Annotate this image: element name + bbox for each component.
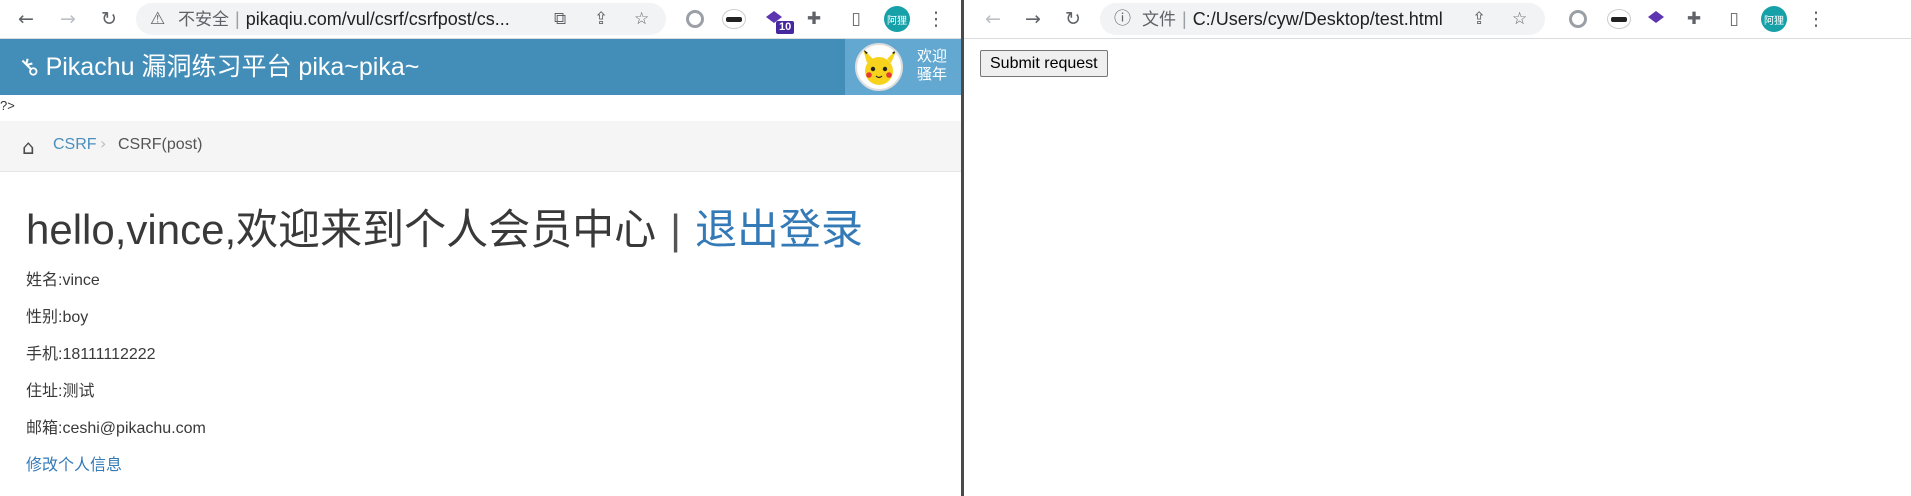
profile-avatar[interactable]: 阿狸	[1761, 6, 1787, 32]
forward-icon[interactable]: →	[54, 6, 82, 32]
page-title: hello,vince,欢迎来到个人会员中心 | 退出登录	[26, 204, 863, 256]
stray-php-text: ?>	[0, 98, 15, 113]
menu-icon[interactable]: ⋮	[922, 6, 950, 32]
extension-gray-icon[interactable]	[686, 10, 704, 28]
extension-badge: 10	[776, 21, 795, 34]
puzzle-icon[interactable]: ✚	[800, 6, 828, 32]
scheme-label: 文件	[1142, 10, 1176, 29]
left-browser-toolbar: ← → ↻ ⚠ 不安全 | pikaqiu.com/vul/csrf/csrfpos…	[0, 0, 961, 39]
site-title: Pikachu 漏洞练习平台 pika~pika~	[45, 53, 420, 81]
right-browser-window: ← → ↻ ⓘ 文件 | C:/Users/cyw/Desktop/test.htm…	[964, 0, 1911, 496]
info-icon[interactable]: ⓘ	[1114, 3, 1131, 35]
breadcrumb-link-csrf[interactable]: CSRF	[53, 136, 97, 154]
reload-icon[interactable]: ↻	[95, 6, 123, 32]
url-text: pikaqiu.com/vul/csrf/csrfpost/cs...	[245, 9, 510, 29]
breadcrumb-current: CSRF(post)	[118, 136, 203, 153]
puzzle-icon[interactable]: ✚	[1680, 6, 1708, 32]
profile-avatar[interactable]: 阿狸	[884, 6, 910, 32]
security-label: 不安全	[178, 10, 229, 29]
greeting-text: hello,vince,欢迎来到个人会员中心	[26, 206, 657, 253]
extension-mask-icon[interactable]	[1607, 9, 1631, 29]
menu-icon[interactable]: ⋮	[1802, 6, 1830, 32]
address-text[interactable]: 不安全 | pikaqiu.com/vul/csrf/csrfpost/cs...	[178, 3, 588, 35]
user-menu[interactable]: 欢迎 骚年	[845, 39, 961, 95]
profile-gender: 性别:boy	[26, 309, 89, 326]
back-icon[interactable]: ←	[979, 6, 1007, 32]
extension-purple-icon[interactable]: 10	[764, 9, 795, 34]
address-separator: |	[235, 9, 240, 29]
edit-profile-link[interactable]: 修改个人信息	[26, 451, 122, 475]
left-browser-window: ← → ↻ ⚠ 不安全 | pikaqiu.com/vul/csrf/csrfpos…	[0, 0, 961, 496]
side-panel-icon[interactable]: ▯	[842, 6, 870, 32]
submit-request-button[interactable]: Submit request	[980, 50, 1108, 77]
breadcrumb-separator-icon: ›	[100, 134, 107, 153]
address-separator: |	[1182, 9, 1187, 29]
extension-mask-icon[interactable]	[722, 9, 746, 29]
url-text: C:/Users/cyw/Desktop/test.html	[1192, 9, 1443, 29]
warning-icon[interactable]: ⚠	[150, 3, 165, 35]
profile-name: 姓名:vince	[26, 272, 100, 289]
pikachu-header: ⚷ Pikachu 漏洞练习平台 pika~pika~ 欢迎 骚年	[0, 39, 961, 95]
breadcrumb: ⌂ CSRF › CSRF(post)	[0, 121, 961, 172]
address-bar[interactable]: ⚠ 不安全 | pikaqiu.com/vul/csrf/csrfpost/cs..…	[136, 3, 666, 35]
right-browser-toolbar: ← → ↻ ⓘ 文件 | C:/Users/cyw/Desktop/test.htm…	[964, 0, 1911, 39]
translate-icon[interactable]: ⧉	[554, 3, 566, 35]
star-icon[interactable]: ☆	[1512, 3, 1527, 35]
logout-link[interactable]: 退出登录	[695, 206, 863, 253]
welcome-line-2: 骚年	[917, 66, 948, 83]
profile-phone: 手机:18111112222	[26, 346, 156, 363]
back-icon[interactable]: ←	[12, 6, 40, 32]
share-icon[interactable]: ⇪	[1472, 3, 1486, 35]
profile-email: 邮箱:ceshi@pikachu.com	[26, 420, 206, 437]
extension-gray-icon[interactable]	[1569, 10, 1587, 28]
reload-icon[interactable]: ↻	[1059, 6, 1087, 32]
welcome-line-1: 欢迎	[917, 48, 948, 65]
pikachu-avatar	[855, 43, 903, 91]
address-bar[interactable]: ⓘ 文件 | C:/Users/cyw/Desktop/test.html ⇪ ☆	[1100, 3, 1545, 35]
side-panel-icon[interactable]: ▯	[1720, 6, 1748, 32]
profile-address: 住址:测试	[26, 383, 95, 400]
site-brand[interactable]: ⚷ Pikachu 漏洞练习平台 pika~pika~	[13, 39, 420, 95]
address-text[interactable]: 文件 | C:/Users/cyw/Desktop/test.html	[1142, 3, 1462, 35]
share-icon[interactable]: ⇪	[594, 3, 608, 35]
star-icon[interactable]: ☆	[634, 3, 649, 35]
welcome-text: 欢迎 骚年	[917, 48, 957, 84]
title-separator: |	[670, 206, 682, 253]
home-icon[interactable]: ⌂	[22, 135, 35, 159]
forward-icon[interactable]: →	[1019, 6, 1047, 32]
extension-purple-icon[interactable]	[1646, 9, 1666, 29]
